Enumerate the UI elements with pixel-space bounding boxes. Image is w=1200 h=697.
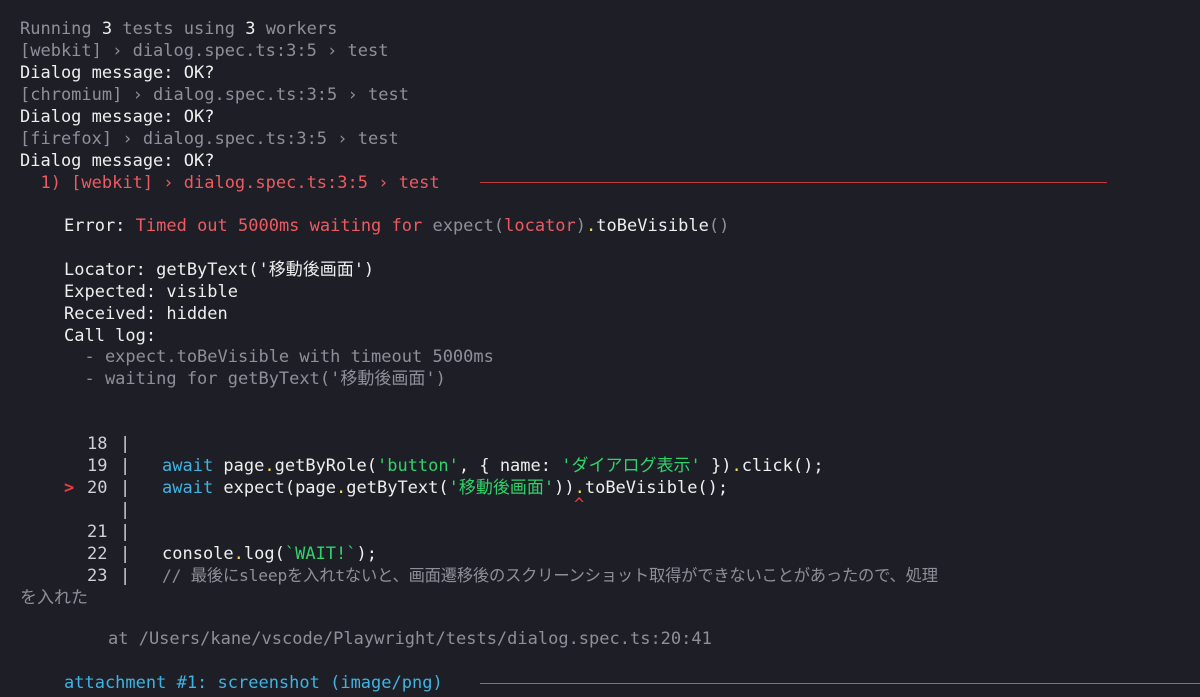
error-label: Error: [64, 216, 136, 236]
code-line-20: await expect(page.getByText('移動後画面')).to… [162, 477, 728, 499]
failure-divider [480, 182, 1107, 183]
error-line-marker: > [64, 478, 75, 498]
attachment-divider [480, 683, 1200, 684]
expect-close: ) [575, 216, 587, 236]
run-project-chromium: [chromium] › dialog.spec.ts:3:5 › test [20, 85, 409, 105]
code-dot: . [731, 456, 742, 476]
run-project-webkit: [webkit] › dialog.spec.ts:3:5 › test [20, 41, 389, 61]
gutter-sep: | [120, 434, 131, 454]
gutter-sep: | [120, 456, 131, 476]
code-dot: . [336, 478, 347, 498]
code-token: getByText( [346, 478, 449, 498]
line-number: 22 [87, 544, 108, 564]
code-comment-23: // 最後にsleepを入れtないと、画面遷移後のスクリーンショット取得ができな… [162, 566, 938, 585]
code-string: '移動後画面' [448, 478, 555, 498]
terminal-window: Running 3 tests using 3 workers [webkit]… [0, 0, 1200, 697]
code-string: 'button' [376, 456, 459, 476]
running-suffix: workers [255, 19, 338, 39]
running-mid: tests using [112, 19, 246, 39]
calllog-item: - expect.toBeVisible with timeout 5000ms [64, 347, 494, 367]
code-dot: . [233, 544, 244, 564]
run-project-firefox: [firefox] › dialog.spec.ts:3:5 › test [20, 129, 399, 149]
gutter-sep: | [120, 566, 131, 586]
gutter-sep: | [120, 522, 131, 542]
error-line: Error: Timed out 5000ms waiting for expe… [64, 215, 729, 237]
run-message-webkit: Dialog message: OK? [20, 63, 215, 83]
gutter-sep: | [120, 544, 131, 564]
calllog-item: - waiting for getByText('移動後画面') [64, 369, 446, 389]
line-number: 20 [87, 478, 108, 498]
code-string: 'ダイアログ表示' [561, 456, 701, 476]
expect-open: expect( [432, 216, 505, 236]
code-line-19: await page.getByRole('button', { name: '… [162, 455, 824, 477]
code-string: `WAIT!` [284, 544, 357, 564]
code-dot: . [264, 456, 275, 476]
code-token: expect(page [213, 478, 337, 498]
worker-count: 3 [245, 19, 256, 39]
code-token: page [213, 456, 265, 476]
code-token: click(); [741, 456, 824, 476]
line-number: 21 [87, 522, 108, 542]
line-number: 23 [87, 566, 108, 586]
running-line: Running 3 tests using 3 workers [20, 18, 337, 40]
code-comment-wrap: を入れた [20, 588, 88, 608]
code-token: , { name: [458, 456, 562, 476]
gutter-sep: | [120, 478, 131, 498]
running-prefix: Running [20, 19, 102, 39]
code-token: getByRole( [274, 456, 377, 476]
expect-dot: . [586, 216, 597, 236]
code-token: log( [243, 544, 285, 564]
calllog-line: Call log: [64, 326, 157, 346]
code-token: toBeVisible(); [584, 478, 729, 498]
keyword-await: await [162, 478, 214, 498]
line-number: 19 [87, 456, 108, 476]
stack-location: at /Users/kane/vscode/Playwright/tests/d… [108, 629, 712, 649]
code-line-22: console.log(`WAIT!`); [162, 543, 377, 565]
run-message-chromium: Dialog message: OK? [20, 107, 215, 127]
line-number: 18 [87, 434, 108, 454]
error-text: Timed out 5000ms waiting for [135, 216, 433, 236]
attachment-header: attachment #1: screenshot (image/png) [64, 673, 453, 693]
failure-title: 1) [webkit] › dialog.spec.ts:3:5 › test [20, 173, 450, 193]
run-message-firefox: Dialog message: OK? [20, 151, 215, 171]
expected-line: Expected: visible [64, 282, 238, 302]
error-caret: ^ [574, 495, 585, 515]
received-line: Received: hidden [64, 304, 228, 324]
code-token: )) [554, 478, 575, 498]
locator-line: Locator: getByText('移動後画面') [64, 260, 375, 280]
code-token: console [162, 544, 234, 564]
code-token: }) [700, 456, 732, 476]
expect-parens: () [708, 216, 730, 236]
keyword-await: await [162, 456, 214, 476]
code-token: ); [356, 544, 377, 564]
expect-method: toBeVisible [596, 216, 709, 236]
test-count: 3 [101, 19, 113, 39]
gutter-sep: | [120, 500, 131, 520]
expect-locator: locator [504, 216, 576, 236]
